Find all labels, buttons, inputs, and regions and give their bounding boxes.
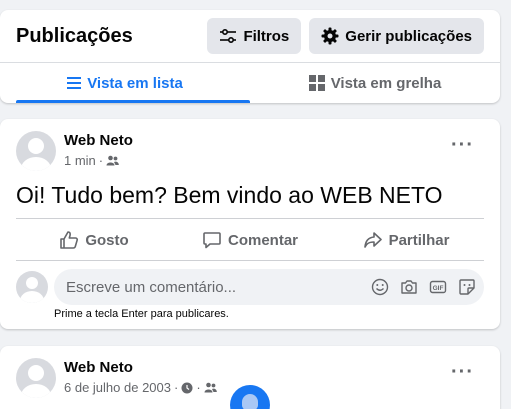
- tab-grid-view-label: Vista em grelha: [330, 74, 442, 92]
- filters-label: Filtros: [243, 27, 290, 45]
- sliders-icon: [220, 29, 237, 43]
- comment-button[interactable]: Comentar: [172, 222, 328, 258]
- post-text: Oi! Tudo bem? Bem vindo ao WEB NETO: [16, 182, 443, 208]
- more-options-icon[interactable]: ···: [451, 362, 474, 382]
- post-meta: 1 min ·: [64, 153, 119, 168]
- avatar[interactable]: [16, 131, 56, 171]
- divider: [16, 260, 484, 261]
- view-tabs: Vista em lista Vista em grelha: [0, 62, 500, 103]
- friends-icon[interactable]: [204, 382, 217, 393]
- meta-separator: ·: [98, 153, 104, 168]
- gear-icon: [321, 27, 339, 45]
- comment-input[interactable]: Escreve um comentário... GIF: [54, 269, 484, 305]
- post-author[interactable]: Web Neto: [64, 359, 133, 376]
- header-bar: Publicações Filtros Gerir publicações: [0, 10, 500, 62]
- manage-posts-label: Gerir publicações: [345, 27, 472, 45]
- tab-list-view-label: Vista em lista: [87, 74, 183, 92]
- post-time[interactable]: 6 de julho de 2003: [64, 380, 171, 395]
- post-actions: Gosto Comentar Partilhar: [16, 222, 484, 258]
- posts-header-card: Publicações Filtros Gerir publicações Vi…: [0, 10, 500, 103]
- comment-icon: [203, 232, 221, 249]
- post-card: Web Neto 1 min · ··· Oi! Tudo bem? Bem v…: [0, 119, 500, 329]
- filters-button[interactable]: Filtros: [207, 18, 302, 54]
- like-button[interactable]: Gosto: [16, 222, 172, 258]
- sticker-icon[interactable]: [458, 278, 476, 296]
- like-label: Gosto: [85, 231, 129, 249]
- post-time[interactable]: 1 min: [64, 153, 96, 168]
- avatar[interactable]: [16, 271, 48, 303]
- post-header: Web Neto 1 min · ···: [16, 131, 484, 171]
- thumbs-up-icon: [60, 231, 79, 249]
- meta-separator: ·: [173, 380, 179, 395]
- tab-grid-view[interactable]: Vista em grelha: [250, 63, 500, 103]
- share-icon: [363, 232, 382, 248]
- emoji-icon[interactable]: [371, 278, 389, 296]
- share-button[interactable]: Partilhar: [328, 222, 484, 258]
- enter-hint: Prime a tecla Enter para publicares.: [54, 308, 229, 320]
- page-title: Publicações: [16, 24, 133, 47]
- tab-list-view[interactable]: Vista em lista: [0, 63, 250, 103]
- comment-placeholder: Escreve um comentário...: [66, 278, 237, 296]
- svg-text:GIF: GIF: [433, 285, 444, 292]
- post-author[interactable]: Web Neto: [64, 132, 133, 149]
- divider: [16, 218, 484, 219]
- manage-posts-button[interactable]: Gerir publicações: [309, 18, 484, 54]
- comment-label: Comentar: [227, 231, 298, 249]
- list-icon: [67, 77, 82, 89]
- clock-icon: [181, 382, 193, 393]
- friends-icon[interactable]: [106, 155, 119, 166]
- grid-icon: [308, 75, 325, 91]
- gif-icon[interactable]: GIF: [429, 278, 447, 296]
- meta-separator: ·: [196, 380, 201, 395]
- share-label: Partilhar: [388, 231, 450, 249]
- avatar[interactable]: [16, 358, 56, 398]
- comment-tools: GIF: [360, 278, 476, 296]
- comment-composer: Escreve um comentário... GIF: [16, 269, 484, 305]
- camera-icon[interactable]: [400, 278, 418, 296]
- more-options-icon[interactable]: ···: [451, 135, 474, 155]
- post-meta: 6 de julho de 2003 · ·: [64, 380, 217, 395]
